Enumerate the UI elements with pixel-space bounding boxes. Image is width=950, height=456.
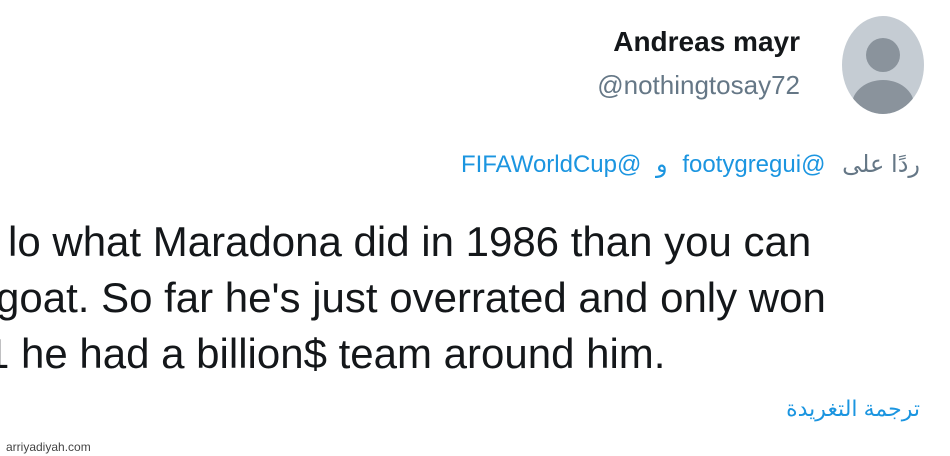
author-display-name[interactable]: Andreas mayr xyxy=(613,26,800,58)
mention-link-footygregui[interactable]: @footygregui xyxy=(682,151,825,178)
mention-link-fifaworldcup[interactable]: @FIFAWorldCup xyxy=(461,151,641,178)
tweet-text-line: lo what Maradona did in 1986 than you ca… xyxy=(8,218,812,265)
translate-tweet-link[interactable]: ترجمة التغريدة xyxy=(786,396,920,422)
tweet-card: Andreas mayr @nothingtosay72 ردًا على @f… xyxy=(0,0,950,456)
mention-separator: و xyxy=(656,151,668,178)
default-profile-icon-body xyxy=(852,80,914,114)
replying-to-label: ردًا على xyxy=(842,151,920,178)
author-handle[interactable]: @nothingtosay72 xyxy=(597,70,800,101)
replying-to-line: ردًا على @footygregui و @FIFAWorldCup xyxy=(461,150,920,179)
default-profile-icon xyxy=(866,38,900,72)
watermark: arriyadiyah.com xyxy=(6,440,91,454)
tweet-text: lo what Maradona did in 1986 than you ca… xyxy=(0,214,950,382)
tweet-text-line: 1 he had a billion$ team around him. xyxy=(0,330,666,377)
tweet-text-line: goat. So far he's just overrated and onl… xyxy=(0,274,826,321)
avatar[interactable] xyxy=(842,16,924,114)
